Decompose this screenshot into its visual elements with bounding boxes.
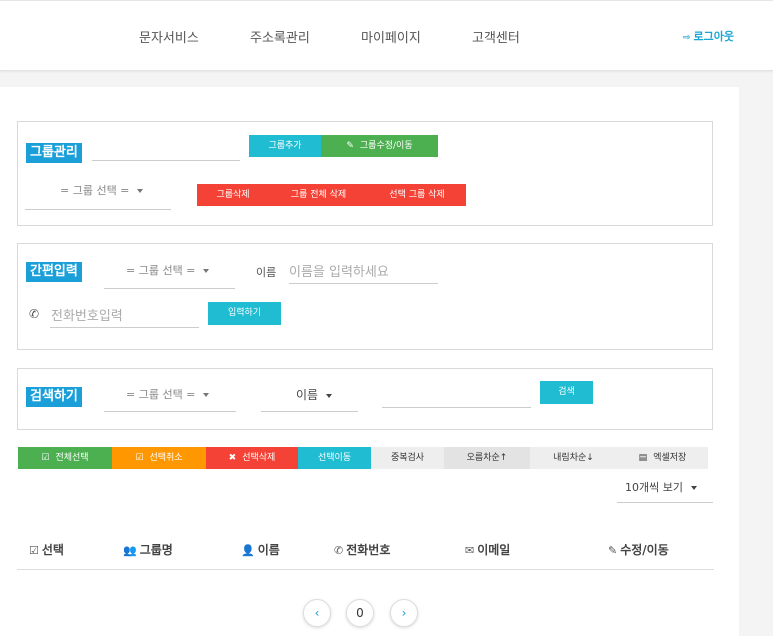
pagination-next-button[interactable]: › — [390, 599, 418, 627]
column-header-edit: ✎ 수정/이동 — [608, 541, 669, 558]
logout-link[interactable]: ⇨ 로그아웃 — [683, 28, 734, 44]
page-size-underline — [617, 502, 713, 503]
delete-selected-groups-button[interactable]: 선택 그룹 삭제 — [368, 184, 466, 206]
table-header-divider — [17, 569, 714, 570]
search-field-label: 이름 — [296, 388, 319, 402]
phone-input-underline — [50, 327, 199, 328]
chevron-down-icon — [137, 189, 144, 193]
close-icon: ✖ — [228, 453, 237, 463]
chevron-down-icon — [326, 393, 333, 398]
column-header-group-label: 그룹명 — [139, 543, 173, 557]
nav-item-address-book[interactable]: 주소록관리 — [250, 27, 310, 46]
search-group-select[interactable]: = 그룹 선택 = — [126, 386, 210, 402]
sort-descending-button[interactable]: 내림차순↓ — [530, 447, 617, 469]
search-field-select[interactable]: 이름 — [296, 386, 333, 403]
checkbox-checked-icon: ☑ — [41, 453, 50, 463]
group-select-underline — [25, 209, 171, 210]
group-name-input[interactable] — [92, 160, 240, 161]
submit-entry-button[interactable]: 입력하기 — [208, 302, 281, 325]
quick-input-group-select-label: = 그룹 선택 = — [126, 264, 196, 277]
select-all-label: 전체선택 — [55, 453, 89, 463]
top-navigation-bar: 문자서비스 주소록관리 마이페이지 고객센터 ⇨ 로그아웃 — [0, 0, 773, 71]
envelope-icon: ✉ — [465, 544, 475, 557]
column-header-phone-label: 전화번호 — [346, 543, 391, 557]
edit-group-label: 그룹수정/이동 — [359, 141, 413, 151]
edit-icon: ✎ — [346, 141, 354, 151]
column-header-email-label: 이메일 — [477, 543, 511, 557]
quick-input-title: 간편입력 — [26, 262, 82, 282]
chevron-down-icon — [203, 269, 210, 273]
quick-input-box — [17, 243, 713, 350]
user-icon: 👤 — [241, 544, 255, 557]
quick-input-select-underline — [104, 288, 235, 289]
group-select-dropdown[interactable]: = 그룹 선택 = — [60, 182, 144, 198]
excel-file-icon: ▤ — [638, 453, 648, 463]
page-size-label: 10개씩 보기 — [625, 481, 683, 494]
column-header-select-label: 선택 — [41, 543, 64, 557]
search-field-underline — [261, 411, 358, 412]
edit-icon: ✎ — [608, 544, 618, 557]
column-header-select[interactable]: ☑ 선택 — [29, 541, 64, 558]
phone-icon: ✆ — [29, 307, 40, 321]
duplicate-check-button[interactable]: 중복검사 — [371, 447, 444, 469]
name-input-underline — [289, 283, 438, 284]
move-selected-button[interactable]: 선택이동 — [298, 447, 371, 469]
search-keyword-input[interactable] — [382, 407, 531, 408]
search-select-underline — [104, 411, 236, 412]
name-label: 이름 — [256, 266, 277, 279]
logout-label: 로그아웃 — [693, 30, 735, 43]
search-box — [17, 368, 713, 430]
search-title: 검색하기 — [26, 387, 82, 407]
group-management-title: 그룹관리 — [26, 143, 82, 163]
arrow-down-icon: ↓ — [586, 453, 594, 463]
delete-selected-label: 선택삭제 — [242, 453, 276, 463]
excel-save-button[interactable]: ▤ 엑셀저장 — [617, 447, 708, 469]
quick-input-group-select[interactable]: = 그룹 선택 = — [126, 262, 210, 278]
excel-save-label: 엑셀저장 — [653, 453, 687, 463]
nav-item-my-page[interactable]: 마이페이지 — [361, 27, 421, 46]
sort-descending-label: 내림차순 — [553, 453, 587, 463]
delete-selected-button[interactable]: ✖ 선택삭제 — [206, 447, 298, 469]
checkbox-checked-icon: ☑ — [135, 453, 144, 463]
page-scrollbar-area — [739, 87, 773, 636]
delete-group-button[interactable]: 그룹삭제 — [197, 184, 269, 206]
deselect-button[interactable]: ☑ 선택취소 — [112, 447, 206, 469]
column-header-phone: ✆ 전화번호 — [334, 541, 390, 558]
column-header-group: 👥 그룹명 — [123, 541, 173, 558]
search-group-select-label: = 그룹 선택 = — [126, 388, 196, 401]
sort-ascending-label: 오름차순 — [466, 453, 500, 463]
checkbox-checked-icon: ☑ — [29, 544, 39, 557]
nav-item-sms-service[interactable]: 문자서비스 — [139, 27, 199, 46]
users-icon: 👥 — [123, 544, 137, 557]
name-input[interactable]: 이름을 입력하세요 — [289, 261, 389, 280]
pagination-current-page[interactable]: 0 — [346, 599, 374, 627]
page-size-select[interactable]: 10개씩 보기 — [625, 479, 697, 495]
select-all-button[interactable]: ☑ 전체선택 — [18, 447, 112, 469]
phone-icon: ✆ — [334, 544, 344, 557]
nav-item-customer-center[interactable]: 고객센터 — [472, 27, 520, 46]
group-select-label: = 그룹 선택 = — [60, 184, 130, 197]
column-header-name-label: 이름 — [257, 543, 280, 557]
arrow-up-icon: ↑ — [499, 453, 508, 463]
sort-ascending-button[interactable]: 오름차순↑ — [444, 447, 530, 469]
edit-group-button[interactable]: ✎ 그룹수정/이동 — [321, 135, 438, 157]
column-header-name: 👤 이름 — [241, 541, 280, 558]
chevron-down-icon — [690, 486, 697, 490]
logout-icon: ⇨ — [683, 33, 691, 43]
column-header-edit-label: 수정/이동 — [620, 543, 669, 557]
search-button[interactable]: 검색 — [540, 381, 593, 404]
add-group-button[interactable]: 그룹추가 — [249, 135, 321, 157]
chevron-down-icon — [203, 393, 210, 397]
phone-input[interactable]: 전화번호입력 — [51, 305, 123, 324]
deselect-label: 선택취소 — [149, 453, 183, 463]
delete-all-groups-button[interactable]: 그룹 전체 삭제 — [269, 184, 368, 206]
column-header-email: ✉ 이메일 — [465, 541, 510, 558]
pagination-prev-button[interactable]: ‹ — [303, 599, 331, 627]
